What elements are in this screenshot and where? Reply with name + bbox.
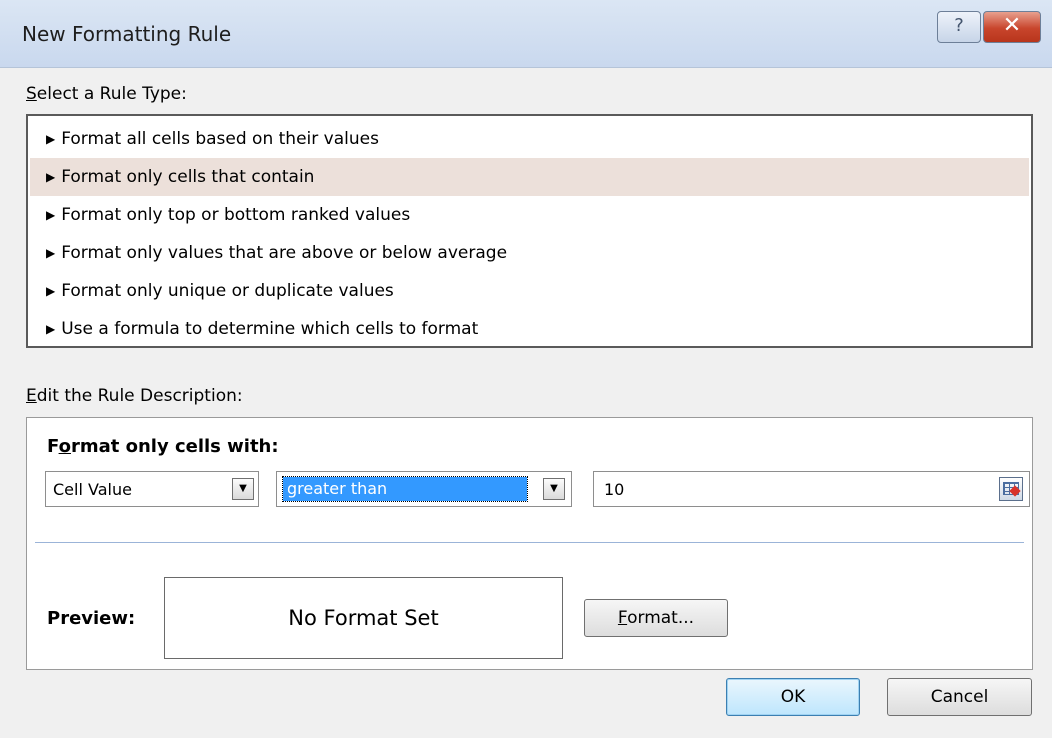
- divider: [35, 542, 1024, 543]
- heading-mnemonic: o: [58, 436, 71, 457]
- rule-description-label-text: dit the Rule Description:: [36, 386, 243, 406]
- ok-button[interactable]: OK: [726, 678, 860, 716]
- expand-arrow-icon: ▶: [46, 322, 56, 336]
- expand-arrow-icon: ▶: [46, 284, 56, 298]
- value-input-text: 10: [604, 480, 625, 499]
- help-icon: ?: [954, 15, 964, 36]
- format-button[interactable]: Format...: [584, 599, 728, 637]
- cancel-button[interactable]: Cancel: [887, 678, 1032, 716]
- heading-text-rest: rmat only cells with:: [70, 436, 279, 457]
- preview-text: No Format Set: [288, 606, 439, 630]
- rule-type-item-label: Use a formula to determine which cells t…: [61, 319, 479, 339]
- operator-value: greater than: [282, 476, 528, 502]
- format-button-label: ormat...: [627, 608, 695, 628]
- rule-type-label-mnemonic: S: [26, 84, 37, 104]
- rule-type-item[interactable]: ▶ Use a formula to determine which cells …: [30, 310, 1029, 348]
- preview-label: Preview:: [47, 608, 136, 629]
- title-bar: New Formatting Rule ? ✕: [0, 0, 1052, 68]
- rule-type-item[interactable]: ▶ Format all cells based on their values: [30, 120, 1029, 158]
- preview-box: No Format Set: [164, 577, 563, 659]
- chevron-down-icon[interactable]: ▼: [543, 478, 565, 500]
- help-button[interactable]: ?: [937, 11, 981, 43]
- rule-type-item[interactable]: ▶ Format only top or bottom ranked values: [30, 196, 1029, 234]
- rule-type-item-selected[interactable]: ▶ Format only cells that contain: [30, 158, 1029, 196]
- rule-type-item-label: Format only values that are above or bel…: [61, 243, 508, 263]
- rule-type-item[interactable]: ▶ Format only values that are above or be…: [30, 234, 1029, 272]
- rule-description-label-mnemonic: E: [26, 386, 37, 406]
- expand-arrow-icon: ▶: [46, 170, 56, 184]
- value-input[interactable]: 10: [593, 471, 1030, 507]
- expand-arrow-icon: ▶: [46, 132, 56, 146]
- rule-type-label: Select a Rule Type:: [26, 84, 187, 104]
- expand-arrow-icon: ▶: [46, 208, 56, 222]
- rule-type-item-label: Format only unique or duplicate values: [61, 281, 394, 301]
- rule-type-label-text: elect a Rule Type:: [36, 84, 187, 104]
- cell-reference-icon[interactable]: [999, 477, 1023, 501]
- close-button[interactable]: ✕: [983, 11, 1041, 43]
- format-only-cells-heading: Format only cells with:: [47, 436, 279, 457]
- close-icon: ✕: [1002, 13, 1022, 38]
- rule-type-item[interactable]: ▶ Format only unique or duplicate values: [30, 272, 1029, 310]
- operator-select[interactable]: greater than ▼: [276, 471, 572, 507]
- format-button-mnemonic: F: [617, 608, 628, 628]
- condition-field-value: Cell Value: [53, 480, 132, 499]
- rule-type-item-label: Format all cells based on their values: [61, 129, 379, 149]
- condition-field-select[interactable]: Cell Value ▼: [45, 471, 259, 507]
- chevron-down-icon[interactable]: ▼: [232, 478, 254, 500]
- rule-type-item-label: Format only top or bottom ranked values: [61, 205, 411, 225]
- dialog-title: New Formatting Rule: [22, 22, 232, 46]
- rule-description-label: Edit the Rule Description:: [26, 386, 243, 406]
- rule-description-panel: Format only cells with: Cell Value ▼ gre…: [26, 417, 1033, 670]
- expand-arrow-icon: ▶: [46, 246, 56, 260]
- rule-type-item-label: Format only cells that contain: [61, 167, 315, 187]
- rule-type-list[interactable]: ▶ Format all cells based on their values …: [26, 114, 1033, 348]
- heading-text-start: F: [47, 436, 59, 457]
